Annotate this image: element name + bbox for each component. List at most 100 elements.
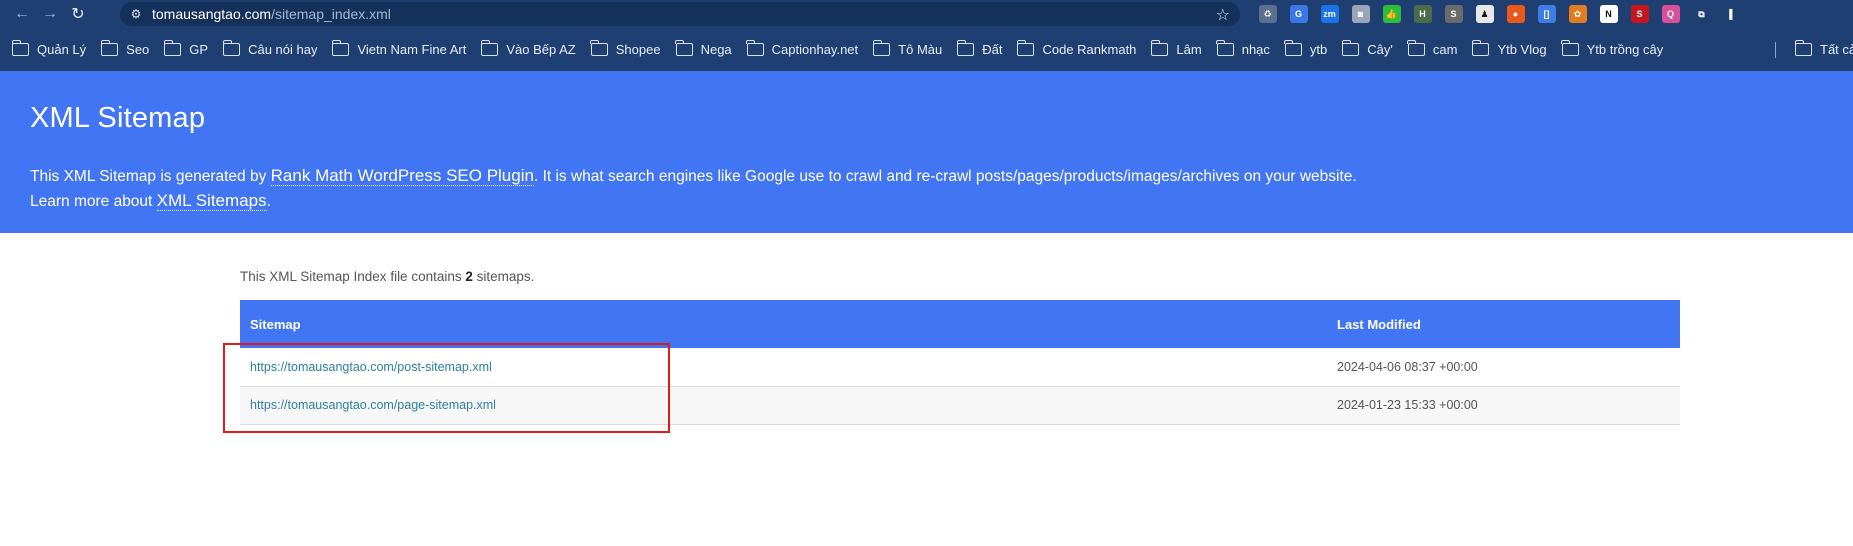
bracket-extension-icon[interactable]: [] — [1537, 5, 1556, 23]
header-description: This XML Sitemap is generated by Rank Ma… — [30, 166, 1357, 187]
bookmark-folder[interactable]: Đất — [956, 39, 1003, 57]
bookmarks-bar: Quản Lý Seo GP Câu nói hay Vietn Nam Fine Ar… — [0, 27, 1853, 71]
column-header-sitemap: Sitemap — [240, 300, 1327, 348]
learn-pre-text: Learn more about — [30, 193, 157, 210]
bookmark-folder[interactable]: Shopee — [590, 39, 661, 57]
bookmark-folder[interactable]: Seo — [100, 39, 150, 57]
folder-icon — [590, 39, 608, 56]
forward-arrow-icon[interactable]: → — [36, 0, 64, 27]
maple-extension-icon[interactable]: ✿ — [1568, 5, 1587, 23]
bookmarks-divider — [1775, 42, 1776, 58]
folder-icon — [1016, 39, 1035, 56]
last-modified-cell: 2024-04-06 08:37 +00:00 — [1327, 348, 1680, 387]
s-grey-extension-icon[interactable]: S — [1444, 5, 1463, 23]
folder-icon — [331, 39, 350, 56]
bookmark-label: Ytb Vlog — [1497, 41, 1547, 57]
bookmark-label: cam — [1432, 41, 1458, 57]
folder-icon — [1794, 39, 1812, 56]
bookmark-label: Shopee — [615, 41, 661, 57]
bookmark-label: Code Rankmath — [1042, 41, 1137, 57]
bookmark-label: Tô Màu — [898, 41, 943, 57]
bookmark-label: ytb — [1309, 41, 1328, 57]
bookmark-label: GP — [189, 41, 209, 57]
bookmark-star-icon[interactable]: ☆ — [1216, 5, 1230, 25]
sitemap-summary: This XML Sitemap Index file contains 2 s… — [240, 269, 534, 284]
puzzle-extension-icon[interactable]: ⧉ — [1692, 5, 1711, 23]
heading-extension-icon[interactable]: H — [1413, 5, 1432, 23]
person-extension-icon[interactable]: ♟ — [1475, 5, 1494, 23]
translate-extension-icon[interactable]: G — [1289, 5, 1308, 23]
bookmark-folder[interactable]: Vào Bếp AZ — [480, 39, 576, 57]
search-pink-extension-icon[interactable]: Q — [1661, 5, 1680, 23]
recycle-extension-icon[interactable]: ♻ — [1258, 5, 1277, 23]
highlight-annotation-box — [223, 343, 670, 433]
page-title: XML Sitemap — [30, 102, 206, 134]
bookmark-label: Lâm — [1176, 41, 1202, 57]
bookmark-label: Quản Lý — [37, 41, 87, 57]
url-host: tomausangtao.com — [152, 6, 272, 22]
bookmark-folder[interactable]: GP — [163, 39, 209, 57]
bookmark-folder[interactable]: Vietn Nam Fine Art — [331, 39, 466, 57]
learn-post-text: . — [266, 193, 271, 210]
bookmark-label: Đất — [982, 41, 1003, 57]
extensions-bar: ♻ Gzm ◙ 👍 H S ♟ ●[] ✿ N S Q ⧉ ▌ — [1252, 2, 1852, 26]
folder-icon — [872, 39, 891, 56]
bookmark-all-folder[interactable]: Tất cả — [1794, 27, 1853, 71]
thumbs-up-extension-icon[interactable]: 👍 — [1382, 5, 1401, 23]
bookmark-folder[interactable]: Lâm — [1150, 39, 1202, 57]
folder-icon — [480, 39, 499, 56]
desc-pre-text: This XML Sitemap is generated by — [30, 168, 271, 185]
bookmark-folder[interactable]: Nega — [675, 39, 732, 57]
bookmark-label: Câu nói hay — [248, 41, 318, 57]
fox-extension-icon[interactable]: ● — [1506, 5, 1525, 23]
bookmark-folder[interactable]: Câu nói hay — [222, 39, 318, 57]
folder-icon — [1284, 39, 1302, 56]
rank-math-link[interactable]: Rank Math WordPress SEO Plugin — [270, 166, 534, 186]
back-arrow-icon[interactable]: ← — [8, 0, 36, 27]
folder-icon — [1216, 39, 1234, 56]
reload-icon[interactable]: ↻ — [64, 0, 92, 27]
bookmark-folder[interactable]: cam — [1407, 39, 1458, 57]
sidebar-extension-icon[interactable]: ▌ — [1723, 5, 1742, 23]
sitemap-header: XML Sitemap This XML Sitemap is generate… — [0, 71, 1853, 233]
summary-pre: This XML Sitemap Index file contains — [240, 269, 466, 284]
bookmark-folder[interactable]: Code Rankmath — [1016, 39, 1137, 57]
folder-icon — [1561, 39, 1579, 56]
folder-icon — [956, 39, 975, 56]
folder-icon — [100, 39, 119, 56]
bookmark-label: Seo — [126, 41, 150, 57]
folder-icon — [1407, 39, 1425, 56]
folder-icon — [1150, 39, 1169, 56]
folder-icon — [746, 39, 764, 56]
notion-extension-icon[interactable]: N — [1599, 5, 1618, 23]
table-header-row: Sitemap Last Modified — [240, 300, 1680, 348]
bookmark-folder[interactable]: Ytb trồng cây — [1561, 39, 1664, 57]
bookmark-folder[interactable]: Cây' — [1341, 39, 1393, 57]
sitemap-count: 2 — [465, 269, 473, 284]
desc-post-text: . It is what search engines like Google … — [533, 168, 1357, 185]
xml-sitemaps-link[interactable]: XML Sitemaps — [156, 191, 267, 211]
bookmark-folder[interactable]: Captionhay.net — [746, 39, 858, 57]
bookmark-folder[interactable]: Ytb Vlog — [1471, 39, 1547, 57]
bookmark-label: nhạc — [1241, 41, 1270, 57]
bookmark-folder[interactable]: nhạc — [1216, 39, 1270, 57]
folder-icon — [222, 39, 241, 56]
summary-post: sitemaps. — [472, 269, 535, 284]
zm-extension-icon[interactable]: zm — [1320, 5, 1339, 23]
bookmark-label: Vào Bếp AZ — [506, 41, 576, 57]
bookmark-label: Nega — [700, 41, 732, 57]
header-learn-more: Learn more about XML Sitemaps. — [30, 191, 271, 212]
folder-icon — [163, 39, 182, 56]
s-red-extension-icon[interactable]: S — [1630, 5, 1649, 23]
address-bar[interactable]: ⚙ tomausangtao.com/sitemap_index.xml ☆ — [120, 2, 1240, 26]
bookmark-folder[interactable]: Quản Lý — [11, 39, 87, 57]
bookmark-label: Ytb trồng cây — [1586, 41, 1664, 57]
bookmark-folder[interactable]: ytb — [1284, 39, 1328, 57]
folder-icon — [675, 39, 693, 56]
folder-icon — [1471, 39, 1490, 56]
camera-extension-icon[interactable]: ◙ — [1351, 5, 1370, 23]
folder-icon — [11, 39, 29, 56]
site-settings-icon[interactable]: ⚙ — [120, 2, 152, 26]
column-header-last-modified: Last Modified — [1327, 300, 1680, 348]
bookmark-folder[interactable]: Tô Màu — [872, 39, 943, 57]
